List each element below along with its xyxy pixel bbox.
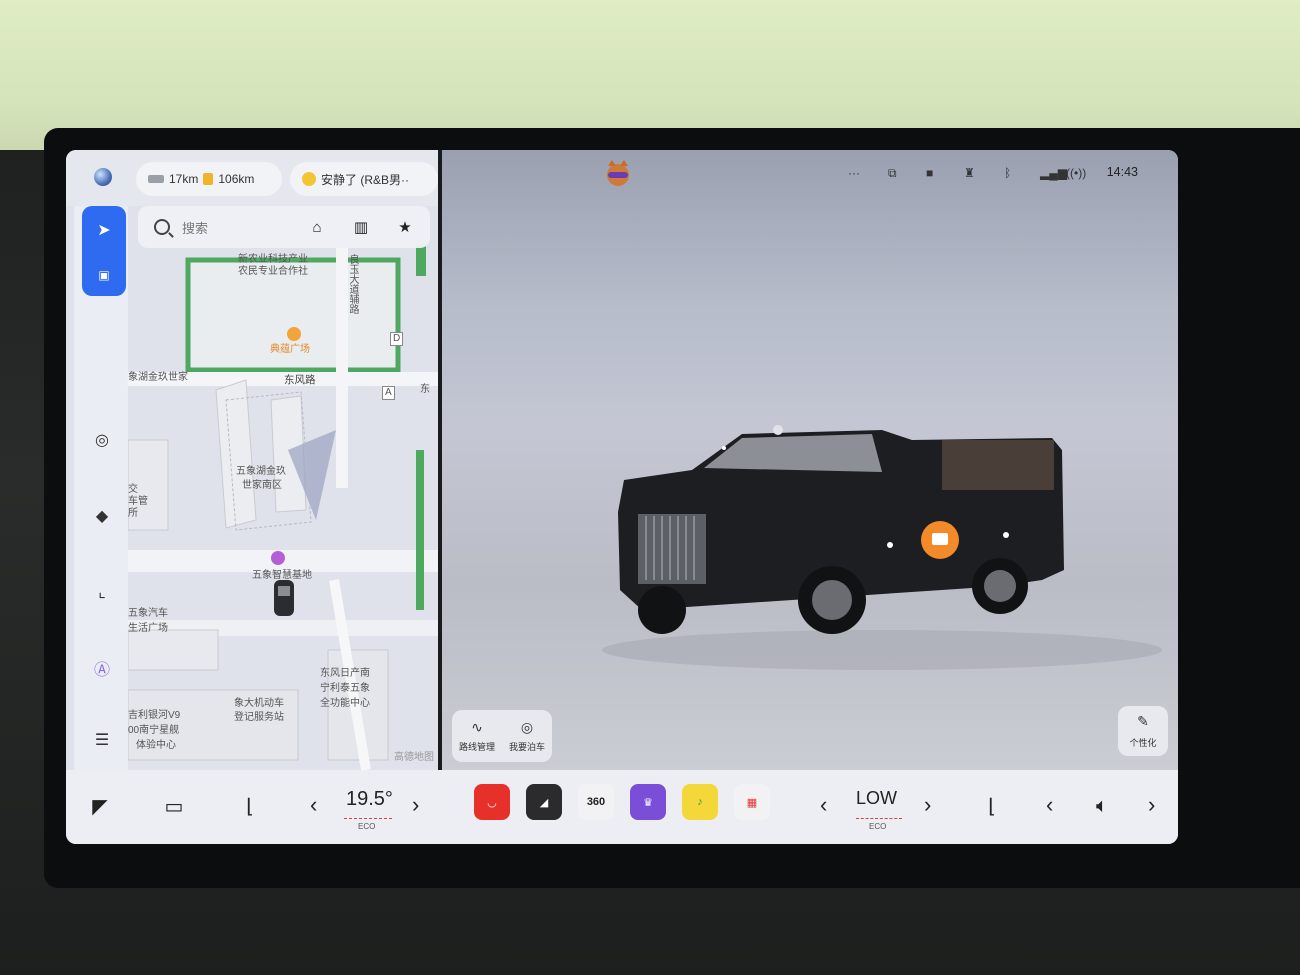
map-poi-label: 象大机动车 xyxy=(234,698,284,709)
music-title: 安静了 (R&B男·· xyxy=(321,172,409,187)
map-poi-label: 吉利银河V9 xyxy=(128,710,181,721)
volume-speaker-icon[interactable]: 🔈︎ xyxy=(1088,792,1116,820)
navigation-mode-button[interactable]: ➤ ▣ xyxy=(82,206,126,296)
map-poi-label: 东风日产南 xyxy=(320,668,370,679)
temp-decrease-left[interactable]: ‹ xyxy=(310,792,317,818)
range-electric: 17km xyxy=(169,172,199,186)
volume-increase[interactable]: › xyxy=(1148,792,1155,818)
map-poi-label: 农民专业合作社 xyxy=(238,266,308,277)
map-search-bar[interactable]: 搜索 ⌂ ▥ ★ xyxy=(138,206,430,248)
map-marker-a: A xyxy=(382,386,395,400)
map-poi-label: 五象汽车 xyxy=(128,608,168,619)
fan-level[interactable]: LOW xyxy=(856,788,897,809)
map-poi-label: 五象智慧基地 xyxy=(252,570,312,581)
passenger-seat-icon[interactable]: ⌊ xyxy=(978,792,1006,820)
route-label: 路线管理 xyxy=(458,742,495,752)
map-poi-label: 登记服务站 xyxy=(234,712,284,723)
steering-wheel-icon: ◎ xyxy=(520,719,534,735)
map-poi-label: 车管 xyxy=(128,496,148,507)
company-building-icon[interactable]: ▥ xyxy=(352,218,370,236)
personalize-label: 个性化 xyxy=(1129,738,1157,748)
fan-climate-mode: ECO xyxy=(869,822,887,831)
range-fuel: 106km xyxy=(218,172,255,186)
drive-mode-app-icon[interactable]: ◢ xyxy=(526,784,562,820)
qq-music-app-icon[interactable]: ♪ xyxy=(682,784,718,820)
seat-icon[interactable]: ⌞ xyxy=(90,580,114,604)
search-icon xyxy=(154,219,170,235)
map-poi-label: 交 xyxy=(128,484,138,495)
camera-360-app-icon[interactable]: 360 xyxy=(578,784,614,820)
map-panel[interactable]: 新农业科技产业 农民专业合作社 良玉大道辅路 典蕴广场 象湖金玖世家 东风路 东… xyxy=(66,150,438,770)
home-launcher-icon[interactable]: ◤ xyxy=(86,792,114,820)
ai-assistant-icon[interactable]: Ⓐ xyxy=(90,656,114,680)
fan-decrease[interactable]: ‹ xyxy=(820,792,827,818)
fuel-icon xyxy=(203,173,214,185)
driver-seat-icon[interactable]: ⌊ xyxy=(236,792,264,820)
map-road-label: 良玉大道辅路 xyxy=(347,254,358,314)
park-label: 我要泊车 xyxy=(508,742,545,752)
map-road-label: 东 xyxy=(420,384,430,395)
music-pill[interactable]: 安静了 (R&B男·· xyxy=(290,162,438,196)
auto-park-button[interactable]: ◎ 我要泊车 xyxy=(502,710,552,762)
car-settings-icon[interactable]: ▭ xyxy=(160,792,188,820)
range-pill[interactable]: 17km 106km xyxy=(136,162,282,196)
map-poi-label: 象湖金玖世家 xyxy=(128,372,188,383)
volume-decrease[interactable]: ‹ xyxy=(1046,792,1053,818)
menu-list-icon[interactable]: ☰ xyxy=(90,728,114,752)
map-poi-label: 新农业科技产业 xyxy=(238,254,308,265)
driver-temperature[interactable]: 19.5° xyxy=(346,788,393,811)
edit-icon: ✎ xyxy=(1137,713,1149,729)
route-management-button[interactable]: ∿ 路线管理 xyxy=(452,710,502,762)
battery-icon xyxy=(148,175,164,183)
navigate-arrow-icon: ➤ xyxy=(97,222,111,239)
temp-increase-left[interactable]: › xyxy=(412,792,419,818)
route-icon: ∿ xyxy=(471,719,483,735)
home-icon[interactable]: ⌂ xyxy=(308,218,326,236)
bottom-dock: ◤ ▭ ⌊ ‹ 19.5° ECO › ◡ ◢ 360 ♛ ♪ ▦ ‹ LOW … xyxy=(66,770,1178,844)
map-poi-label: 00南宁星舰 xyxy=(128,725,180,736)
camera-surround-icon[interactable]: ◎ xyxy=(90,428,114,452)
map-poi-label: 五象湖金玖 xyxy=(236,466,286,477)
map-poi-label: 生活广场 xyxy=(128,623,168,634)
map-marker-d: D xyxy=(390,332,404,346)
driver-climate-mode: ECO xyxy=(358,822,376,831)
map-poi-label: 宁利泰五象 xyxy=(320,683,370,694)
map-poi-label: 所 xyxy=(128,508,138,519)
fan-increase[interactable]: › xyxy=(924,792,931,818)
fan-underline xyxy=(856,818,902,820)
map-road-label: 东风路 xyxy=(284,374,316,386)
favorites-star-icon[interactable]: ★ xyxy=(396,218,414,236)
vehicle-panel: ··· ⧉ ■ ♜ ᛒ ▂▄▆ ((•)) 14:43 ∿ 路线管理 ◎ 我要泊… xyxy=(442,150,1178,770)
map-poi-label: 世家南区 xyxy=(242,480,282,491)
map-poi-label: 全功能中心 xyxy=(320,698,370,709)
shopping-app-icon[interactable]: ◡ xyxy=(474,784,510,820)
map-poi-label: 体验中心 xyxy=(136,740,176,751)
car-front-icon: ▣ xyxy=(98,268,110,282)
map-top-bar: 17km 106km 安静了 (R&B男·· xyxy=(66,150,438,206)
globe-icon[interactable] xyxy=(94,168,112,186)
infotainment-screen: 新农业科技产业 农民专业合作社 良玉大道辅路 典蕴广场 象湖金玖世家 东风路 东… xyxy=(66,150,1178,844)
temp-underline xyxy=(344,818,392,820)
app-grid-icon[interactable]: ▦ xyxy=(734,784,770,820)
quick-actions: ∿ 路线管理 ◎ 我要泊车 xyxy=(452,710,552,762)
vehicle-3d-model[interactable] xyxy=(442,150,1178,770)
music-note-icon xyxy=(302,172,316,186)
personalize-button[interactable]: ✎ 个性化 xyxy=(1118,706,1168,756)
search-input[interactable]: 搜索 xyxy=(182,218,208,237)
map-poi-label: 典蕴广场 xyxy=(270,344,310,355)
car-assist-icon[interactable]: ◆ xyxy=(90,504,114,528)
map-attribution: 高德地图 xyxy=(394,752,434,763)
vip-crown-app-icon[interactable]: ♛ xyxy=(630,784,666,820)
